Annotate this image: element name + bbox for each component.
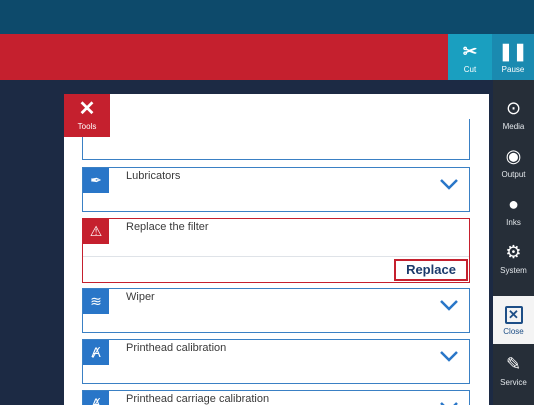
sidebar-item-service[interactable]: ✎ Service (493, 344, 534, 392)
list-item-printhead-carriage-calibration[interactable]: Ⱥ Printhead carriage calibration (82, 390, 470, 405)
warning-icon: ⚠ (83, 219, 109, 244)
cut-label: Cut (463, 65, 477, 74)
scissors-icon: ✂ (462, 42, 478, 61)
item-title: Wiper (126, 291, 155, 303)
divider (83, 256, 469, 257)
media-icon: ⊙ (505, 98, 522, 118)
right-sidebar: ⊙ Media ◉ Output ● Inks ⚙ System ✕ Close… (493, 80, 534, 405)
list-item-replace-filter: ⚠ Replace the filter Replace (82, 218, 470, 283)
sidebar-item-close[interactable]: ✕ Close (493, 296, 534, 344)
output-icon: ◉ (505, 146, 522, 166)
sidebar-item-output[interactable]: ◉ Output (493, 136, 534, 184)
tools-tab[interactable]: ✕ Tools (64, 94, 110, 137)
pause-label: Pause (501, 65, 525, 74)
chevron-down-icon[interactable] (439, 400, 459, 405)
list-item-wiper[interactable]: ≋ Wiper (82, 288, 470, 333)
sidebar-item-label: Service (500, 378, 527, 387)
sidebar-item-label: System (500, 266, 527, 275)
lubricator-icon: ✒ (83, 168, 109, 193)
wrench-screwdriver-icon: ✕ (78, 98, 96, 120)
sidebar-item-label: Inks (506, 218, 521, 227)
ink-drop-icon: ● (508, 194, 519, 214)
service-icon: ✎ (505, 354, 522, 374)
tools-tab-label: Tools (77, 122, 97, 131)
list-item-printhead-calibration[interactable]: Ⱥ Printhead calibration (82, 339, 470, 384)
pause-button[interactable]: ❚❚ Pause (492, 34, 534, 80)
calibration-icon: Ⱥ (83, 391, 109, 405)
list-item[interactable] (82, 119, 470, 160)
sidebar-item-label: Media (502, 122, 525, 131)
pause-icon: ❚❚ (498, 42, 528, 61)
sidebar-item-label: Close (503, 327, 524, 336)
wiper-icon: ≋ (83, 289, 109, 314)
sidebar-item-media[interactable]: ⊙ Media (493, 88, 534, 136)
gear-icon: ⚙ (505, 242, 522, 262)
cut-button[interactable]: ✂ Cut (448, 34, 492, 80)
list-item-lubricators[interactable]: ✒ Lubricators (82, 167, 470, 212)
item-title: Printhead carriage calibration (126, 393, 270, 405)
calibration-icon: Ⱥ (83, 340, 109, 365)
chevron-down-icon[interactable] (439, 177, 459, 191)
chevron-down-icon[interactable] (439, 298, 459, 312)
item-title: Replace the filter (126, 221, 209, 233)
top-status-bar (0, 0, 534, 34)
chevron-down-icon[interactable] (439, 349, 459, 363)
close-icon: ✕ (504, 306, 523, 324)
replace-button[interactable]: Replace (394, 259, 468, 281)
item-title: Lubricators (126, 170, 181, 182)
item-title: Printhead calibration (126, 342, 227, 354)
sidebar-item-label: Output (501, 170, 526, 179)
sidebar-item-inks[interactable]: ● Inks (493, 184, 534, 232)
sidebar-item-system[interactable]: ⚙ System (493, 232, 534, 280)
